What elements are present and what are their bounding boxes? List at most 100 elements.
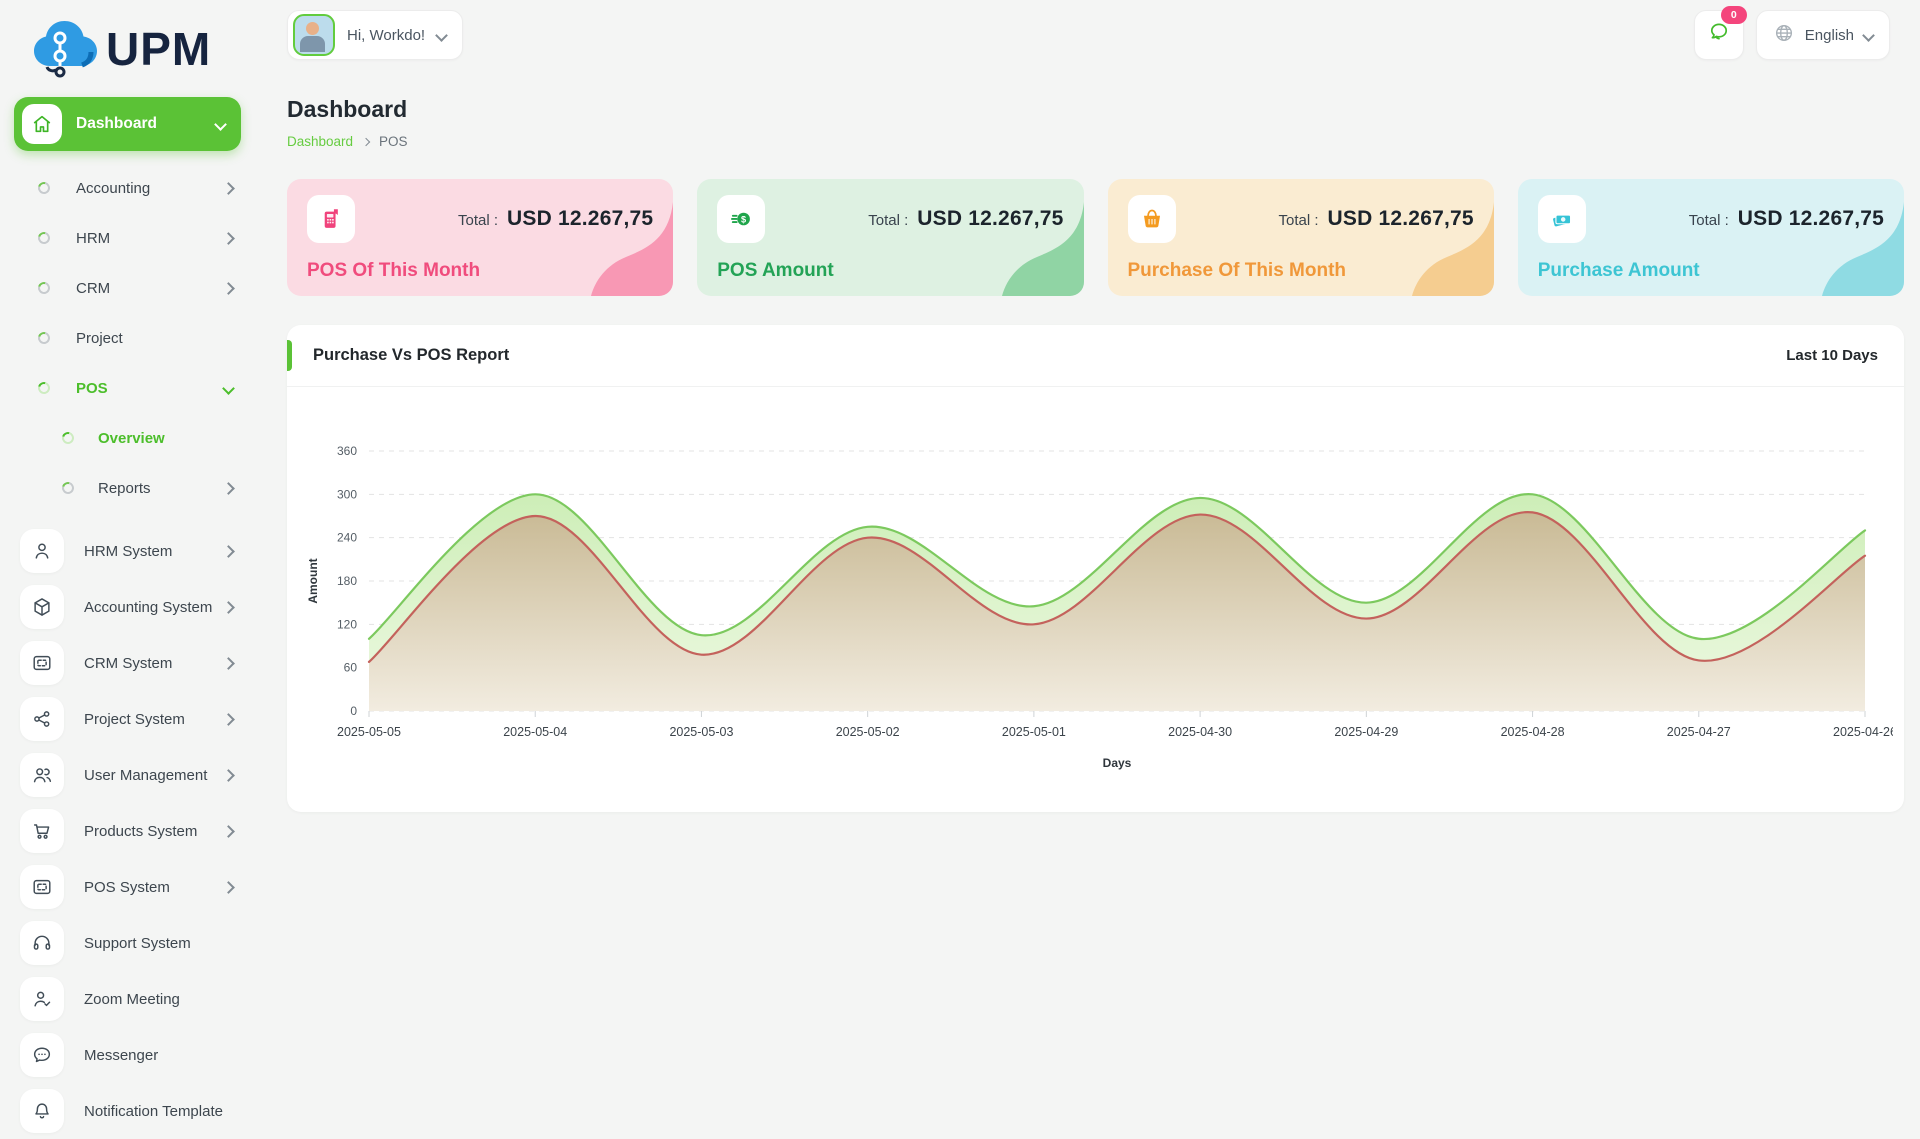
bullet-icon: [36, 330, 52, 346]
globe-icon: [1773, 22, 1795, 49]
svg-text:2025-04-27: 2025-04-27: [1667, 725, 1731, 739]
stat-card-pos-amount: $ Total : USD 12.267,75 POS Amount: [697, 179, 1083, 296]
svg-text:2025-04-29: 2025-04-29: [1334, 725, 1398, 739]
stat-card-purchase-amount: Total : USD 12.267,75 Purchase Amount: [1518, 179, 1904, 296]
notifications-button[interactable]: 0: [1694, 10, 1744, 60]
svg-text:360: 360: [337, 444, 357, 458]
sidebar-item-user-management[interactable]: User Management: [0, 747, 255, 803]
sidebar-item-hrm-system[interactable]: HRM System: [0, 523, 255, 579]
users-icon: [20, 753, 64, 797]
pos-terminal-icon: [307, 195, 355, 243]
avatar: [293, 14, 335, 56]
notification-badge: 0: [1721, 6, 1747, 24]
chevron-right-icon: [222, 769, 235, 782]
headset-icon: [20, 921, 64, 965]
sidebar-item-pos-reports[interactable]: Reports: [0, 463, 255, 513]
bullet-icon: [36, 280, 52, 296]
svg-text:2025-05-04: 2025-05-04: [503, 725, 567, 739]
sidebar-item-products-system[interactable]: Products System: [0, 803, 255, 859]
user-icon: [20, 529, 64, 573]
svg-text:120: 120: [337, 617, 357, 631]
chevron-right-icon: [222, 825, 235, 838]
card-total-label: Total :: [1279, 212, 1319, 229]
svg-text:2025-04-30: 2025-04-30: [1168, 725, 1232, 739]
sidebar-item-label: Accounting System: [84, 599, 224, 616]
sidebar-item-support-system[interactable]: Support System: [0, 915, 255, 971]
card-title: Purchase Amount: [1538, 260, 1700, 282]
chevron-right-icon: [222, 232, 235, 245]
sidebar-item-accounting[interactable]: Accounting: [0, 163, 255, 213]
bullet-icon: [60, 480, 76, 496]
page-title: Dashboard: [287, 96, 407, 123]
bullet-icon: [36, 380, 52, 396]
card-total-label: Total :: [1689, 212, 1729, 229]
breadcrumb-link-dashboard[interactable]: Dashboard: [287, 134, 353, 149]
sidebar-item-crm-system[interactable]: CRM System: [0, 635, 255, 691]
message-notification-icon: [1707, 21, 1731, 50]
sidebar-item-label: Zoom Meeting: [84, 991, 233, 1008]
card-total-label: Total :: [458, 212, 498, 229]
sidebar-item-label: Support System: [84, 935, 233, 952]
card-total-label: Total :: [868, 212, 908, 229]
chevron-down-icon: [435, 29, 448, 42]
share-icon: [20, 697, 64, 741]
chat-icon: [20, 1033, 64, 1077]
sidebar-item-label: CRM: [76, 280, 224, 297]
sidebar-item-label: HRM System: [84, 543, 224, 560]
breadcrumb: Dashboard POS: [287, 134, 408, 149]
card-amount: USD 12.267,75: [917, 207, 1063, 231]
svg-text:2025-05-05: 2025-05-05: [337, 725, 401, 739]
sidebar-item-pos-system[interactable]: POS System: [0, 859, 255, 915]
card-icon: [20, 865, 64, 909]
card-title: POS Amount: [717, 260, 833, 282]
sidebar-item-label: User Management: [84, 767, 224, 784]
chevron-right-icon: [222, 657, 235, 670]
sidebar-item-zoom-meeting[interactable]: Zoom Meeting: [0, 971, 255, 1027]
chevron-down-icon: [1862, 29, 1875, 42]
sidebar-item-dashboard[interactable]: Dashboard: [14, 97, 241, 151]
sidebar-item-accounting-system[interactable]: Accounting System: [0, 579, 255, 635]
sidebar-item-label: Accounting: [76, 180, 224, 197]
money-icon: [1538, 195, 1586, 243]
svg-text:0: 0: [350, 704, 357, 718]
card-amount: USD 12.267,75: [1738, 207, 1884, 231]
sidebar-item-pos-overview[interactable]: Overview: [0, 413, 255, 463]
card-amount: USD 12.267,75: [1328, 207, 1474, 231]
chevron-down-icon: [222, 382, 235, 395]
sidebar-item-pos[interactable]: POS: [0, 363, 255, 413]
svg-text:2025-04-26: 2025-04-26: [1833, 725, 1893, 739]
cloud-logo-icon: [30, 14, 102, 83]
sidebar-item-messenger[interactable]: Messenger: [0, 1027, 255, 1083]
svg-text:$: $: [741, 214, 746, 224]
topbar: Hi, Workdo! 0 English: [287, 10, 1890, 58]
sidebar-systems-menu: HRM System Accounting System CRM System …: [0, 523, 255, 1139]
sidebar-item-hrm[interactable]: HRM: [0, 213, 255, 263]
bullet-icon: [36, 180, 52, 196]
stat-card-purchase-of-this-month: Total : USD 12.267,75 Purchase Of This M…: [1108, 179, 1494, 296]
report-title: Purchase Vs POS Report: [313, 346, 509, 365]
sidebar-item-label: Dashboard: [76, 115, 202, 133]
svg-text:2025-05-01: 2025-05-01: [1002, 725, 1066, 739]
home-icon: [22, 104, 62, 144]
user-menu-button[interactable]: Hi, Workdo!: [287, 10, 463, 60]
sidebar-item-notification-template[interactable]: Notification Template: [0, 1083, 255, 1139]
sidebar-item-crm[interactable]: CRM: [0, 263, 255, 313]
sidebar-item-project-system[interactable]: Project System: [0, 691, 255, 747]
sidebar-item-project[interactable]: Project: [0, 313, 255, 363]
language-selector[interactable]: English: [1756, 10, 1890, 60]
svg-text:300: 300: [337, 487, 357, 501]
chevron-down-icon: [214, 118, 227, 131]
sidebar-item-label: Project System: [84, 711, 224, 728]
chevron-right-icon: [222, 881, 235, 894]
svg-text:240: 240: [337, 531, 357, 545]
sidebar-item-label: Reports: [98, 480, 224, 497]
brand-logo[interactable]: UPM: [0, 0, 255, 89]
card-amount: USD 12.267,75: [507, 207, 653, 231]
sidebar-item-label: POS System: [84, 879, 224, 896]
chevron-right-icon: [222, 713, 235, 726]
report-range-label: Last 10 Days: [1786, 347, 1878, 364]
card-title: Purchase Of This Month: [1128, 260, 1347, 282]
chevron-right-icon: [222, 545, 235, 558]
svg-text:2025-04-28: 2025-04-28: [1501, 725, 1565, 739]
svg-text:180: 180: [337, 574, 357, 588]
